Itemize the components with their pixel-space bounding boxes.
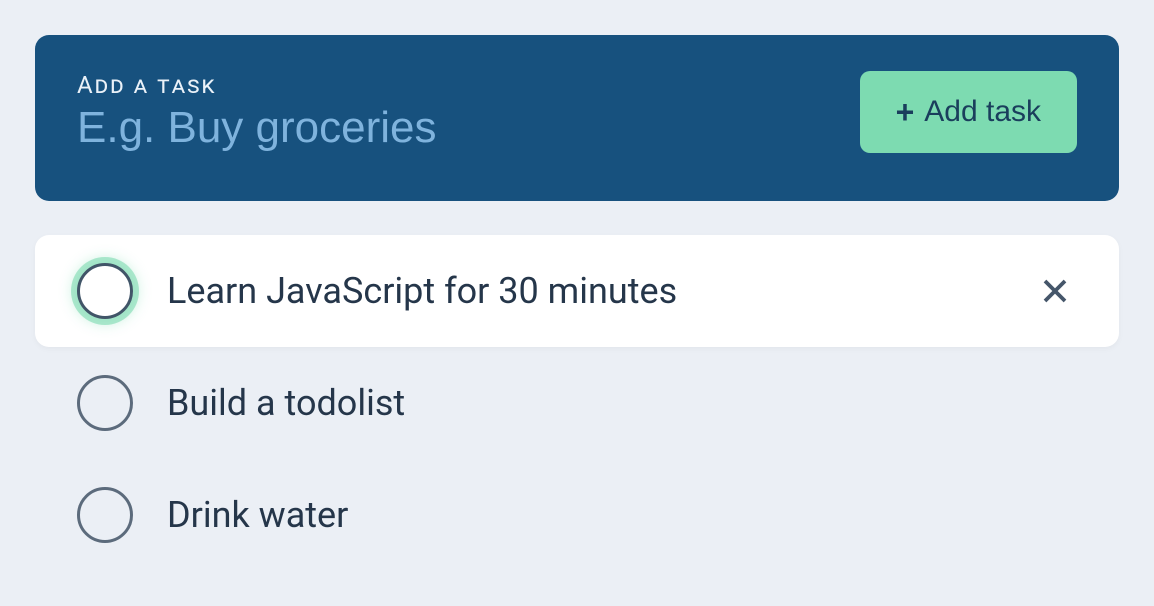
add-task-button[interactable]: + Add task xyxy=(860,71,1077,153)
task-input-label: Add a task xyxy=(77,71,860,99)
add-task-card: Add a task + Add task xyxy=(35,35,1119,201)
task-text[interactable]: Build a todolist xyxy=(167,382,1077,424)
task-checkbox[interactable] xyxy=(77,375,133,431)
task-item[interactable]: Drink water xyxy=(35,459,1119,571)
plus-icon: + xyxy=(896,96,915,128)
task-item[interactable]: Learn JavaScript for 30 minutes xyxy=(35,235,1119,347)
task-checkbox[interactable] xyxy=(77,263,133,319)
close-icon xyxy=(1040,276,1070,306)
task-checkbox[interactable] xyxy=(77,487,133,543)
task-text[interactable]: Learn JavaScript for 30 minutes xyxy=(167,270,999,312)
delete-task-button[interactable] xyxy=(1033,269,1077,313)
input-area: Add a task xyxy=(77,71,860,153)
add-task-button-label: Add task xyxy=(924,95,1041,129)
task-item[interactable]: Build a todolist xyxy=(35,347,1119,459)
task-list: Learn JavaScript for 30 minutes Build a … xyxy=(35,235,1119,571)
task-text[interactable]: Drink water xyxy=(167,494,1077,536)
task-input[interactable] xyxy=(77,103,860,153)
